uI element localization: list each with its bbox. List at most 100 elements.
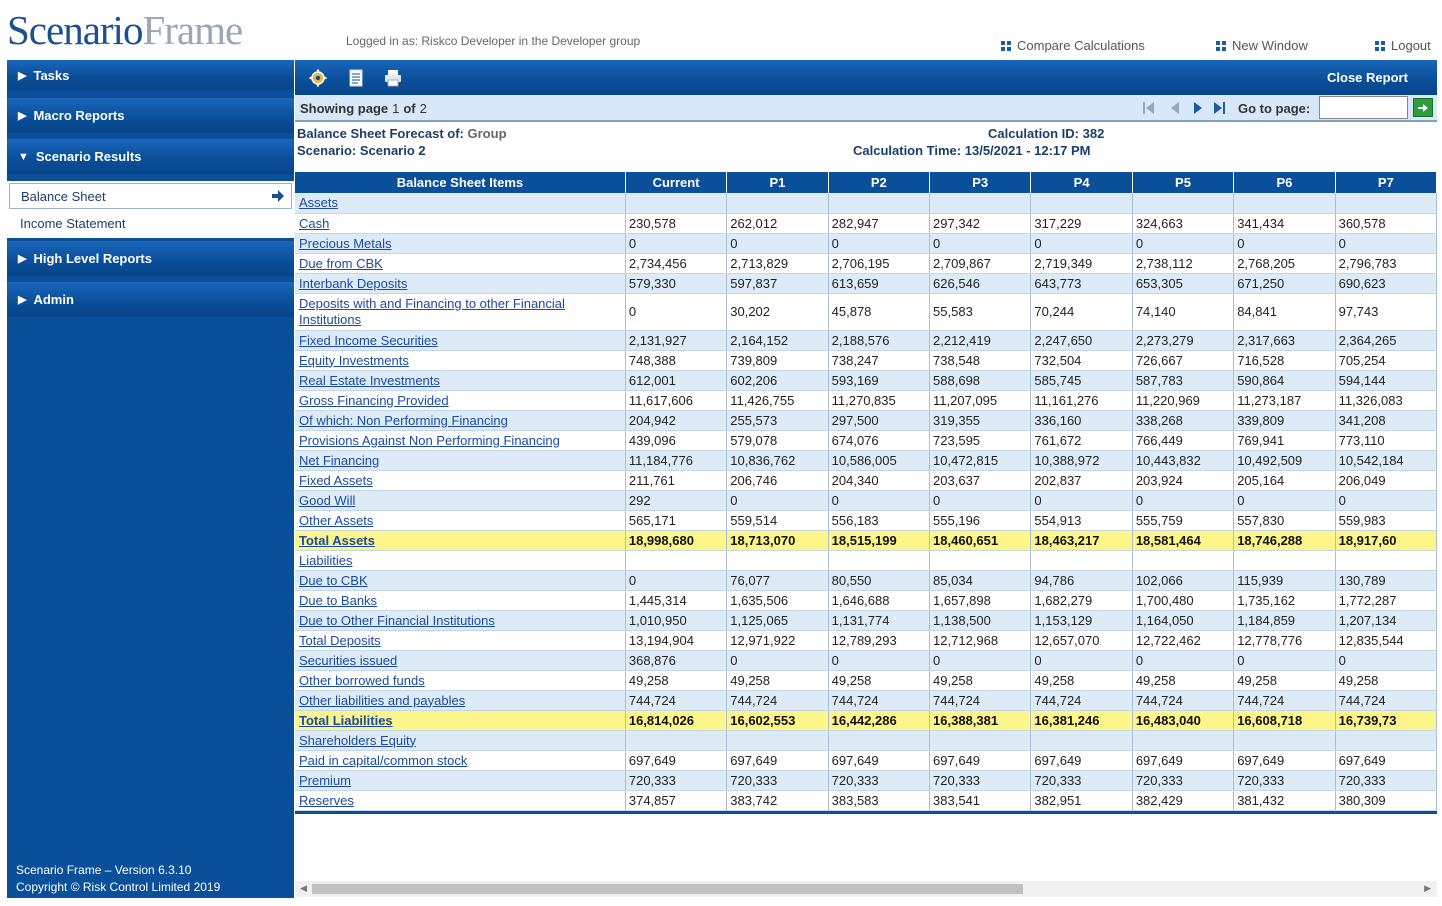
row-item-link[interactable]: Shareholders Equity — [299, 733, 416, 748]
triangle-right-icon: ▶ — [18, 294, 27, 306]
table-cell: 341,208 — [1335, 410, 1437, 431]
table-cell: 49,258 — [726, 670, 829, 691]
goto-page-input[interactable] — [1319, 96, 1408, 119]
table-cell: 11,617,606 — [625, 390, 728, 411]
row-item-link[interactable]: Net Financing — [299, 453, 379, 468]
row-item-link[interactable]: Real Estate Investments — [299, 373, 440, 388]
row-item-cell: Paid in capital/common stock — [295, 750, 626, 771]
row-item-link[interactable]: Total Liabilities — [299, 713, 393, 728]
table-row: Net Financing 11,184,776 10,836,762 10,586,… — [295, 450, 1437, 471]
table-cell: 205,164 — [1233, 470, 1336, 491]
row-item-link[interactable]: Interbank Deposits — [299, 276, 407, 291]
new-window-link[interactable]: New Window — [1216, 38, 1308, 53]
table-cell: 282,947 — [828, 213, 931, 234]
table-cell: 97,743 — [1335, 293, 1437, 331]
table-cell: 130,789 — [1335, 570, 1437, 591]
scrollbar-thumb[interactable] — [312, 884, 1023, 894]
table-total-row: Total Assets 18,998,680 18,713,070 18,515,1… — [295, 530, 1437, 551]
last-page-icon[interactable] — [1211, 100, 1227, 116]
scroll-right-icon[interactable]: ▶ — [1424, 883, 1431, 894]
row-item-link[interactable]: Liabilities — [299, 553, 352, 568]
table-cell: 643,773 — [1030, 273, 1133, 294]
submenu-item-balance-sheet[interactable]: Balance Sheet — [9, 183, 292, 209]
table-cell: 0 — [625, 293, 728, 331]
table-cell: 324,663 — [1132, 213, 1235, 234]
row-item-link[interactable]: Assets — [299, 195, 338, 210]
table-cell — [929, 730, 1032, 751]
row-item-link[interactable]: Other Assets — [299, 513, 373, 528]
row-item-link[interactable]: Reserves — [299, 793, 354, 808]
row-item-link[interactable]: Total Assets — [299, 533, 375, 548]
row-item-cell: Total Deposits — [295, 630, 626, 651]
row-item-link[interactable]: Paid in capital/common stock — [299, 753, 467, 768]
table-row: Interbank Deposits 579,330 597,837 613,659 6… — [295, 273, 1437, 294]
table-row: Fixed Assets 211,761 206,746 204,340 203,637… — [295, 470, 1437, 491]
table-cell: 744,724 — [625, 690, 728, 711]
printer-icon[interactable] — [384, 69, 402, 87]
table-cell: 10,472,815 — [929, 450, 1032, 471]
table-cell: 439,096 — [625, 430, 728, 451]
nav-macro-reports[interactable]: ▶ Macro Reports — [7, 98, 294, 133]
table-row: Equity Investments 748,388 739,809 738,247 7… — [295, 350, 1437, 371]
table-cell: 18,463,217 — [1030, 530, 1133, 551]
row-item-link[interactable]: Total Deposits — [299, 633, 381, 648]
submenu-item-income-statement[interactable]: Income Statement — [9, 210, 292, 236]
table-row: Due from CBK 2,734,456 2,713,829 2,706,195 2… — [295, 253, 1437, 274]
previous-page-icon[interactable] — [1167, 100, 1183, 116]
gear-icon[interactable] — [309, 69, 327, 87]
row-item-link[interactable]: Due to Other Financial Institutions — [299, 613, 495, 628]
table-cell — [1233, 730, 1336, 751]
table-cell: 720,333 — [1132, 770, 1235, 791]
row-item-cell: Precious Metals — [295, 233, 626, 254]
table-cell: 84,841 — [1233, 293, 1336, 331]
table-cell: 0 — [1335, 650, 1437, 671]
row-item-link[interactable]: Due from CBK — [299, 256, 383, 271]
row-item-link[interactable]: Other borrowed funds — [299, 673, 425, 688]
first-page-icon[interactable] — [1141, 100, 1157, 116]
row-item-link[interactable]: Precious Metals — [299, 236, 391, 251]
table-cell: 555,196 — [929, 510, 1032, 531]
row-item-link[interactable]: Cash — [299, 216, 329, 231]
row-item-link[interactable]: Of which: Non Performing Financing — [299, 413, 508, 428]
row-item-link[interactable]: Other liabilities and payables — [299, 693, 465, 708]
horizontal-scrollbar[interactable]: ◀ ▶ — [295, 881, 1437, 897]
nav-scenario-results[interactable]: ▼ Scenario Results — [7, 139, 294, 174]
table-cell: 2,706,195 — [828, 253, 931, 274]
document-icon[interactable] — [347, 69, 365, 87]
row-item-link[interactable]: Premium — [299, 773, 351, 788]
row-item-link[interactable]: Fixed Income Securities — [299, 333, 438, 348]
table-cell: 1,445,314 — [625, 590, 728, 611]
table-cell: 732,504 — [1030, 350, 1133, 371]
row-item-link[interactable]: Provisions Against Non Performing Financ… — [299, 433, 560, 448]
logout-link[interactable]: Logout — [1375, 38, 1431, 53]
goto-page-button[interactable] — [1413, 98, 1433, 117]
table-cell: 16,483,040 — [1132, 710, 1235, 731]
row-item-link[interactable]: Due to Banks — [299, 593, 377, 608]
compare-calculations-link[interactable]: Compare Calculations — [1001, 38, 1145, 53]
table-row: Assets — [295, 193, 1437, 214]
table-cell: 55,583 — [929, 293, 1032, 331]
row-item-link[interactable]: Equity Investments — [299, 353, 409, 368]
nav-macro-reports-label: Macro Reports — [33, 108, 125, 123]
close-report-button[interactable]: Close Report — [1327, 70, 1437, 85]
goto-page-label: Go to page: — [1238, 101, 1311, 116]
table-cell: 211,761 — [625, 470, 728, 491]
row-item-link[interactable]: Good Will — [299, 493, 355, 508]
table-cell: 2,364,265 — [1335, 330, 1437, 351]
table-cell: 1,657,898 — [929, 590, 1032, 611]
scroll-left-icon[interactable]: ◀ — [300, 883, 307, 894]
table-cell: 739,809 — [726, 350, 829, 371]
page-indicator: Showing page 1 of 2 — [300, 101, 427, 116]
table-cell: 45,878 — [828, 293, 931, 331]
nav-admin[interactable]: ▶ Admin — [7, 282, 294, 317]
next-page-icon[interactable] — [1190, 100, 1206, 116]
row-item-link[interactable]: Securities issued — [299, 653, 397, 668]
row-item-link[interactable]: Due to CBK — [299, 573, 368, 588]
nav-high-level-reports[interactable]: ▶ High Level Reports — [7, 241, 294, 276]
row-item-cell: Due to Banks — [295, 590, 626, 611]
row-item-link[interactable]: Deposits with and Financing to other Fin… — [299, 296, 565, 327]
nav-tasks[interactable]: ▶ Tasks — [7, 60, 294, 90]
table-row: Securities issued 368,876 0 0 0 0 0 0 0 — [295, 650, 1437, 671]
row-item-link[interactable]: Fixed Assets — [299, 473, 373, 488]
row-item-link[interactable]: Gross Financing Provided — [299, 393, 449, 408]
